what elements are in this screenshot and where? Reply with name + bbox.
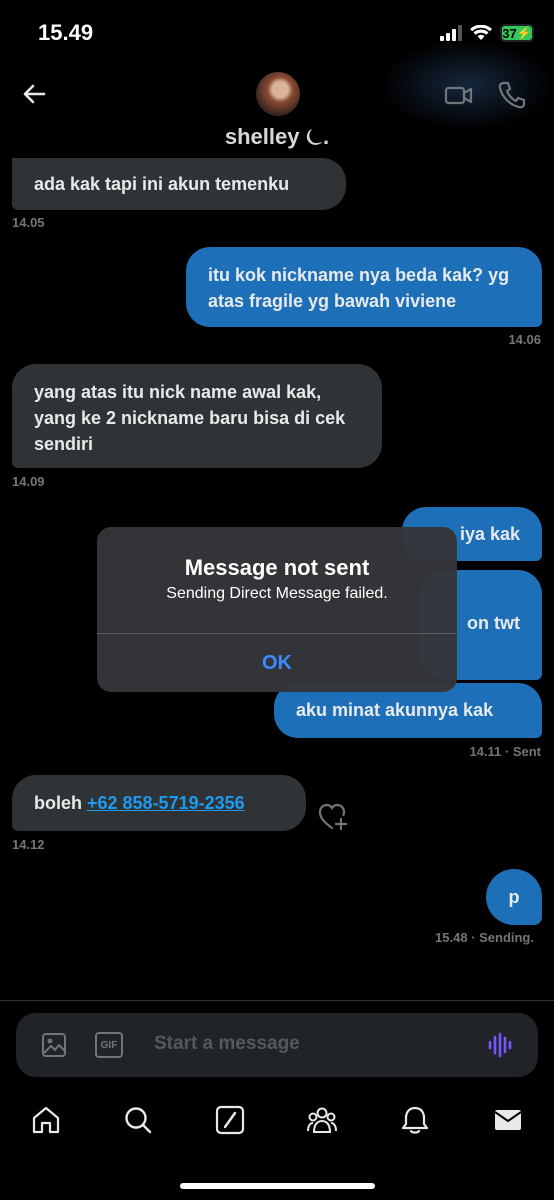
- message-bubble-outgoing[interactable]: itu kok nickname nya beda kak? yg atas f…: [186, 247, 542, 327]
- avatar[interactable]: [256, 72, 300, 116]
- image-icon[interactable]: [40, 1031, 68, 1059]
- communities-icon[interactable]: [306, 1104, 338, 1136]
- message-bubble-incoming[interactable]: boleh +62 858-5719-2356: [12, 775, 306, 831]
- gif-label: GIF: [100, 1039, 118, 1051]
- back-arrow-icon[interactable]: [18, 78, 50, 110]
- phone-call-icon[interactable]: [497, 80, 527, 110]
- home-indicator: [180, 1183, 375, 1189]
- alert-title: Message not sent: [184, 555, 370, 580]
- gif-icon[interactable]: GIF: [95, 1032, 123, 1058]
- alert-message: Sending Direct Message failed.: [166, 585, 388, 602]
- grok-icon[interactable]: [214, 1104, 246, 1136]
- phone-link[interactable]: +62 858-5719-2356: [87, 793, 245, 813]
- message-text: yang atas itu nick name awal kak, yang k…: [34, 382, 346, 454]
- ok-button[interactable]: OK: [97, 634, 457, 692]
- wifi-icon: [470, 25, 492, 40]
- message-text: itu kok nickname nya beda kak? yg atas f…: [208, 265, 510, 311]
- error-alert-dialog: Message not sent Sending Direct Message …: [97, 527, 457, 692]
- message-text: iya kak: [459, 524, 520, 544]
- battery-level: 37: [502, 25, 517, 41]
- signal-icon: [440, 25, 462, 41]
- notifications-bell-icon[interactable]: [399, 1104, 431, 1136]
- react-heart-icon[interactable]: [318, 802, 350, 832]
- message-text: boleh: [34, 793, 87, 813]
- status-time: 15.49: [38, 20, 94, 45]
- video-call-icon[interactable]: [444, 80, 474, 110]
- message-timestamp: 14.05: [12, 215, 45, 230]
- message-input[interactable]: Start a message: [154, 1033, 300, 1055]
- message-bubble-outgoing[interactable]: p: [486, 869, 542, 925]
- message-bubble-incoming[interactable]: yang atas itu nick name awal kak, yang k…: [12, 364, 382, 468]
- message-text: on twt: [467, 613, 520, 633]
- message-timestamp: 14.06: [508, 332, 541, 347]
- message-status: 14.11 · Sent: [469, 744, 541, 759]
- contact-name[interactable]: shelley ⏾.: [0, 124, 554, 150]
- message-timestamp: 14.09: [12, 474, 45, 489]
- message-status: 15.48 · Sending.: [435, 930, 534, 945]
- voice-message-icon[interactable]: [486, 1031, 514, 1059]
- message-timestamp: 14.12: [12, 837, 45, 852]
- message-text: aku minat akunnya kak: [296, 700, 494, 720]
- composer-divider: [0, 1000, 554, 1001]
- search-icon[interactable]: [122, 1104, 154, 1136]
- message-bubble-incoming[interactable]: ada kak tapi ini akun temenku: [12, 158, 346, 210]
- home-icon[interactable]: [30, 1104, 62, 1136]
- message-text: ada kak tapi ini akun temenku: [34, 174, 290, 194]
- messages-envelope-icon[interactable]: [492, 1104, 524, 1136]
- message-text: p: [508, 887, 520, 907]
